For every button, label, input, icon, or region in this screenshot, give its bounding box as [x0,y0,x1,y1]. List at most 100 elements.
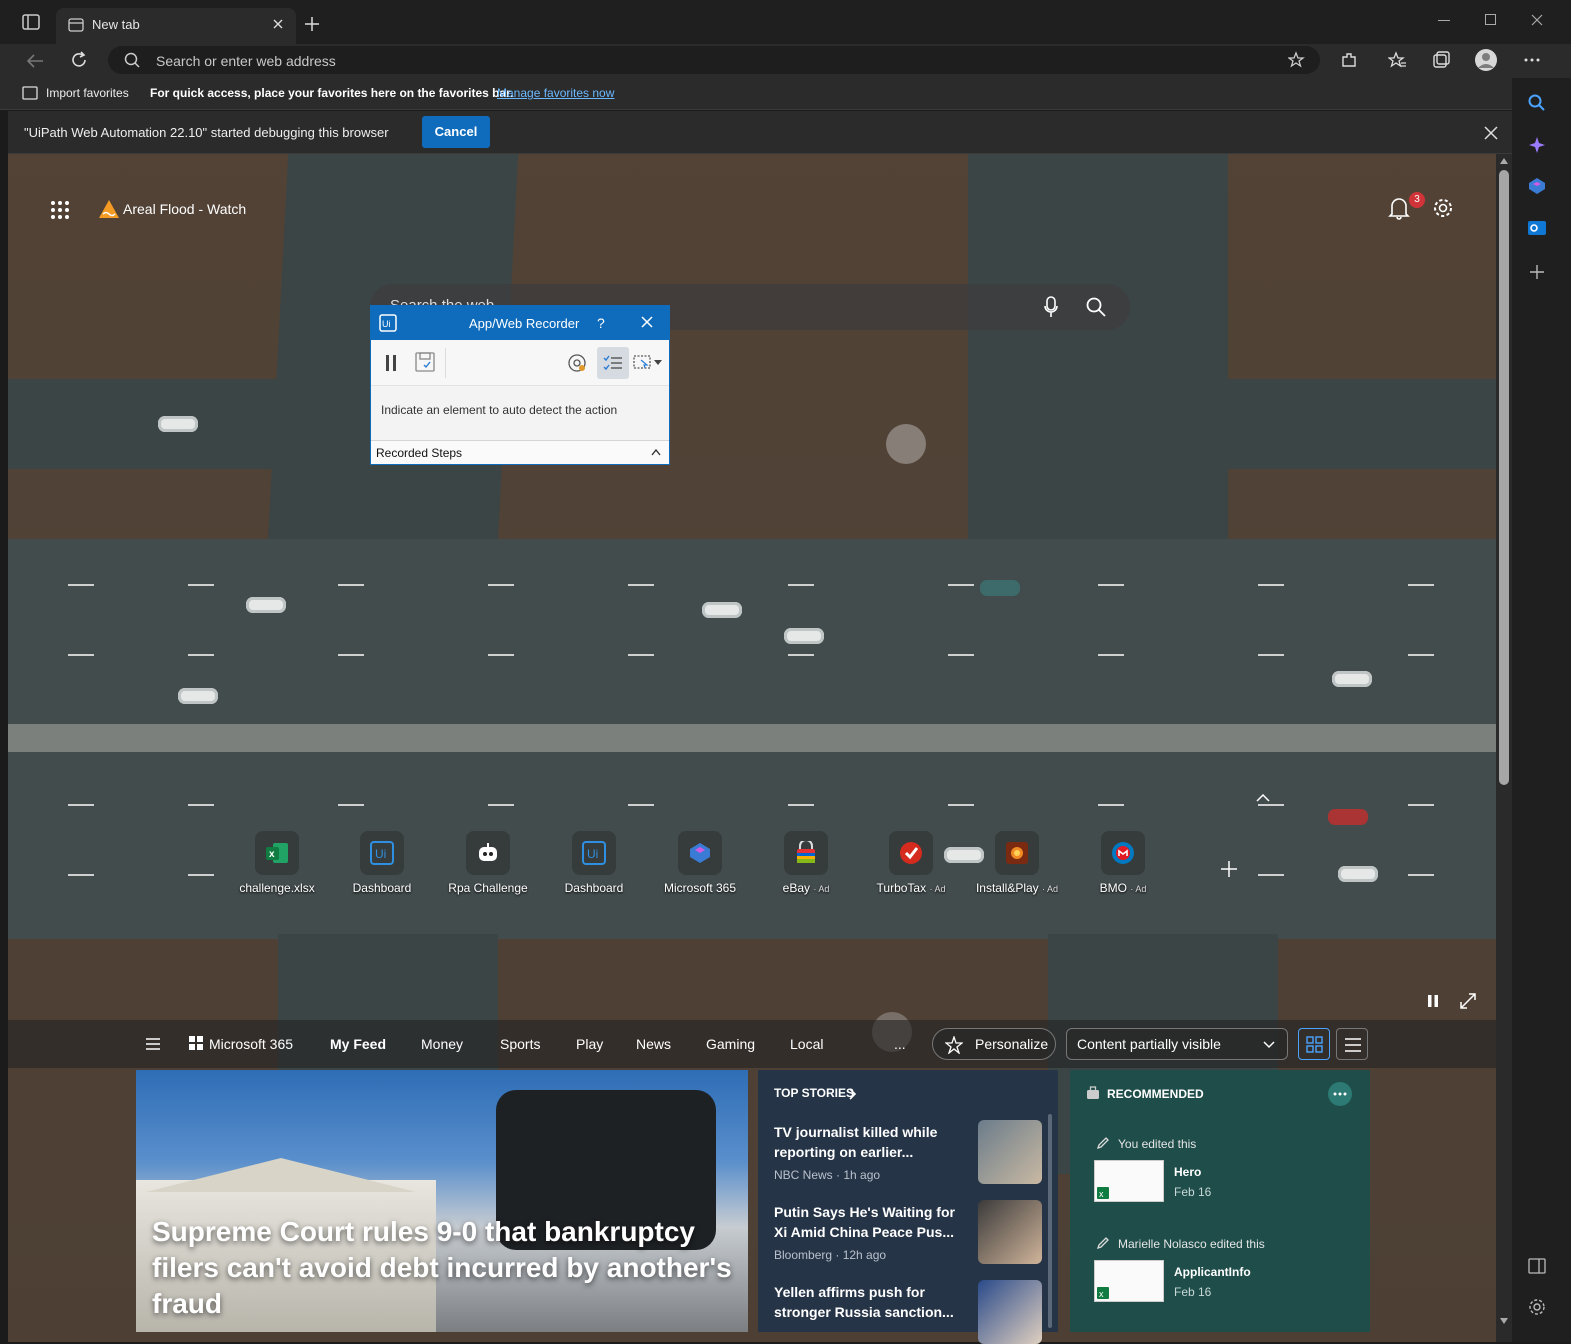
recorder-help-button[interactable]: ? [597,315,605,331]
story-item[interactable]: Yellen affirms push for stronger Russia … [774,1282,960,1322]
more-menu-icon[interactable] [1524,58,1540,62]
expand-background-icon[interactable] [1460,993,1476,1009]
feed-tab-local[interactable]: Local [790,1036,823,1052]
feed-tab-money[interactable]: Money [421,1036,463,1052]
address-input[interactable]: Search or enter web address [156,53,336,69]
scroll-down-arrow-icon[interactable] [1500,1318,1508,1324]
debug-message: "UiPath Web Automation 22.10" started de… [24,125,389,140]
sidebar-search-icon[interactable] [1528,94,1546,112]
quick-link-turbotax[interactable]: TurboTax · Ad [861,831,961,897]
quick-link-dashboard-2[interactable]: Ui Dashboard [544,831,644,897]
profile-avatar[interactable] [1474,48,1498,72]
quick-link-challenge-xlsx[interactable]: x challenge.xlsx [227,831,327,897]
page-scrollbar-thumb[interactable] [1499,170,1509,785]
feed-tab-gaming[interactable]: Gaming [706,1036,755,1052]
grid-layout-button[interactable] [1298,1028,1330,1060]
top-stories-card: TOP STORIES TV journalist killed while r… [758,1070,1058,1344]
maximize-icon[interactable] [1485,14,1497,26]
feed-tab-news[interactable]: News [636,1036,671,1052]
content-visibility-select[interactable]: Content partially visible [1066,1028,1288,1060]
add-favorite-icon[interactable] [1288,51,1306,69]
svg-text:Ui: Ui [375,847,386,861]
hero-headline[interactable]: Supreme Court rules 9-0 that bankruptcy … [152,1214,732,1322]
new-tab-icon [68,17,84,33]
voice-search-icon[interactable] [1044,296,1058,318]
sidebar-outlook-icon[interactable] [1528,219,1546,237]
search-submit-icon[interactable] [1086,297,1106,317]
document-thumbnail[interactable]: x [1094,1160,1164,1202]
document-thumbnail[interactable]: x [1094,1260,1164,1302]
minimize-icon[interactable] [1438,20,1450,22]
feed-tab-sports[interactable]: Sports [500,1036,540,1052]
tab-new-tab[interactable]: New tab [56,8,296,44]
quick-link-dashboard[interactable]: Ui Dashboard [332,831,432,897]
feed-tab-my-feed[interactable]: My Feed [330,1036,386,1052]
quick-link-bmo[interactable]: BMO · Ad [1073,831,1173,897]
sidebar-copilot-icon[interactable] [1528,136,1546,154]
target-indicate-icon[interactable] [567,353,587,373]
pause-video-icon[interactable] [1426,994,1440,1008]
refresh-icon[interactable] [70,51,88,69]
pause-recording-icon[interactable] [385,354,397,372]
story-item[interactable]: Putin Says He's Waiting for Xi Amid Chin… [774,1202,960,1262]
personalize-label: Personalize [975,1036,1049,1052]
notifications-bell-icon[interactable] [1388,196,1410,220]
page-settings-gear-icon[interactable] [1432,197,1454,219]
personalize-button[interactable]: Personalize [932,1028,1056,1060]
quick-link-ebay[interactable]: eBay · Ad [756,831,856,897]
feed-menu-icon[interactable] [146,1038,160,1050]
steps-list-toggle[interactable] [597,347,629,379]
tab-actions-icon[interactable] [22,14,40,30]
feed-tab-microsoft-365[interactable]: Microsoft 365 [209,1036,293,1052]
sidebar-m365-icon[interactable] [1528,177,1546,195]
feed-tab-play[interactable]: Play [576,1036,603,1052]
chevron-right-icon[interactable] [849,1088,857,1100]
story-thumbnail [978,1200,1042,1264]
sidebar-add-icon[interactable] [1530,265,1544,279]
app-web-recorder-dialog: Ui App/Web Recorder ? Indicate an elemen… [370,305,670,465]
collections-icon[interactable] [1432,51,1450,69]
recommended-more-button[interactable] [1328,1082,1352,1106]
recommended-file-name[interactable]: ApplicantInfo [1174,1265,1251,1279]
save-recording-icon[interactable] [415,352,435,372]
sidebar-hide-icon[interactable] [1528,1258,1546,1274]
uipath-icon: Ui [360,831,404,875]
back-icon[interactable] [26,53,44,69]
list-layout-button[interactable] [1336,1028,1368,1060]
close-window-icon[interactable] [1531,14,1543,26]
favorites-icon[interactable] [1388,51,1406,69]
weather-alert[interactable]: Areal Flood - Watch [123,201,246,217]
add-quick-link-button[interactable] [1220,860,1238,878]
story-thumbnail [978,1120,1042,1184]
quick-link-microsoft-365[interactable]: Microsoft 365 [650,831,750,897]
screen-capture-dropdown-icon[interactable] [633,354,663,372]
extensions-icon[interactable] [1340,51,1358,69]
notification-badge: 3 [1409,192,1425,208]
quick-link-install-play[interactable]: Install&Play · Ad [967,831,1067,897]
cancel-debug-button[interactable]: Cancel [422,116,490,148]
new-tab-button[interactable] [304,16,320,32]
recommended-edited-by: You edited this [1118,1137,1197,1151]
close-tab-icon[interactable] [272,18,284,30]
quick-link-rpa-challenge[interactable]: Rpa Challenge [438,831,538,897]
loading-indicator [886,424,926,464]
recorded-steps-header[interactable]: Recorded Steps [371,440,669,464]
close-infobar-icon[interactable] [1484,126,1498,140]
recorder-close-icon[interactable] [641,316,653,328]
import-favorites-button[interactable]: Import favorites [46,86,129,100]
sidebar-settings-icon[interactable] [1528,1298,1546,1316]
recommended-file-name[interactable]: Hero [1174,1165,1201,1179]
chevron-up-icon[interactable] [651,449,661,456]
address-bar[interactable]: Search or enter web address [108,46,1320,74]
story-item[interactable]: TV journalist killed while reporting on … [774,1122,960,1182]
scroll-up-arrow-icon[interactable] [1500,158,1508,164]
top-stories-heading[interactable]: TOP STORIES [774,1086,854,1100]
hero-news-card[interactable]: Supreme Court rules 9-0 that bankruptcy … [136,1070,748,1332]
apps-grid-icon[interactable] [50,200,70,220]
stories-scrollbar[interactable] [1048,1114,1052,1328]
svg-text:x: x [1099,1289,1104,1299]
feed-more-button[interactable]: ... [894,1036,906,1052]
manage-favorites-link[interactable]: Manage favorites now [497,86,614,100]
recorder-title-bar[interactable]: Ui App/Web Recorder ? [371,306,669,340]
collapse-chevron-icon[interactable] [1256,794,1270,802]
